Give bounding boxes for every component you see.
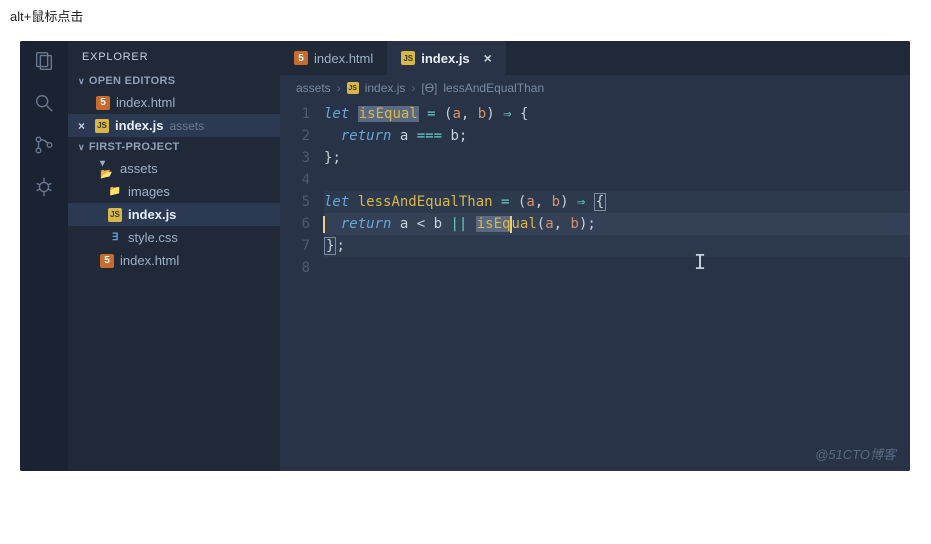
code-line[interactable]: let lessAndEqualThan = (a, b) ⇒ { — [324, 191, 910, 213]
folder-item[interactable]: 📁 images — [68, 180, 280, 203]
breadcrumbs[interactable]: assets › JS index.js › [ϴ] lessAndEqualT… — [280, 75, 910, 101]
line-gutter: 1 2 3 4 5 6 7 8 — [280, 101, 324, 471]
code-line[interactable]: let isEqual = (a, b) ⇒ { — [324, 103, 910, 125]
code-line[interactable]: }; — [324, 235, 910, 257]
folder-item[interactable]: ▾📂 assets — [68, 157, 280, 180]
file-item[interactable]: 5 index.html — [68, 249, 280, 272]
editor-window: EXPLORER ∨ OPEN EDITORS 5 index.html × J… — [20, 41, 910, 471]
project-header[interactable]: ∨ FIRST-PROJECT — [68, 137, 280, 157]
js-icon: JS — [108, 208, 122, 222]
code-content[interactable]: let isEqual = (a, b) ⇒ { return a === b;… — [324, 101, 910, 471]
editor-area: 5 index.html JS index.js × assets › JS i… — [280, 41, 910, 471]
tab-index-html[interactable]: 5 index.html — [280, 41, 387, 75]
file-item[interactable]: ∃ style.css — [68, 226, 280, 249]
search-icon[interactable] — [32, 91, 56, 115]
source-control-icon[interactable] — [32, 133, 56, 157]
open-editor-item[interactable]: × JS index.js assets — [68, 114, 280, 137]
chevron-right-icon: › — [337, 81, 341, 95]
debug-icon[interactable] — [32, 175, 56, 199]
breadcrumb-file[interactable]: index.js — [365, 81, 406, 95]
activity-bar — [20, 41, 68, 471]
js-icon: JS — [95, 119, 109, 133]
explorer-sidebar: EXPLORER ∨ OPEN EDITORS 5 index.html × J… — [68, 41, 280, 471]
js-icon: JS — [401, 51, 415, 65]
symbol-icon: [ϴ] — [421, 81, 437, 95]
page-header-text: alt+鼠标点击 — [0, 0, 931, 31]
file-item[interactable]: JS index.js — [68, 203, 280, 226]
open-editors-header[interactable]: ∨ OPEN EDITORS — [68, 71, 280, 91]
code-line[interactable] — [324, 257, 910, 279]
open-editor-item[interactable]: 5 index.html — [68, 91, 280, 114]
watermark: @51CTO博客 — [815, 444, 896, 463]
code-pane[interactable]: 1 2 3 4 5 6 7 8 let isEqual = (a, b) ⇒ {… — [280, 101, 910, 471]
tab-index-js[interactable]: JS index.js × — [387, 41, 506, 75]
close-icon[interactable]: × — [484, 50, 492, 66]
text-cursor-icon: I — [694, 251, 706, 273]
chevron-down-icon: ∨ — [78, 76, 85, 87]
folder-open-icon: ▾📂 — [100, 162, 114, 176]
html-icon: 5 — [100, 254, 114, 268]
css-icon: ∃ — [108, 231, 122, 245]
breadcrumb-folder[interactable]: assets — [296, 81, 331, 95]
chevron-down-icon: ∨ — [78, 142, 85, 153]
files-icon[interactable] — [32, 49, 56, 73]
code-line[interactable]: }; — [324, 147, 910, 169]
breadcrumb-symbol[interactable]: lessAndEqualThan — [443, 81, 544, 95]
explorer-title: EXPLORER — [68, 41, 280, 71]
folder-icon: 📁 — [108, 185, 122, 199]
close-icon[interactable]: × — [78, 119, 85, 133]
html-icon: 5 — [96, 96, 110, 110]
tabs-row: 5 index.html JS index.js × — [280, 41, 910, 75]
html-icon: 5 — [294, 51, 308, 65]
js-icon: JS — [347, 82, 359, 94]
chevron-right-icon: › — [411, 81, 415, 95]
code-line[interactable] — [324, 169, 910, 191]
multi-cursor — [323, 216, 325, 233]
code-line[interactable]: return a < b || isEqual(a, b); — [324, 213, 910, 235]
code-line[interactable]: return a === b; — [324, 125, 910, 147]
